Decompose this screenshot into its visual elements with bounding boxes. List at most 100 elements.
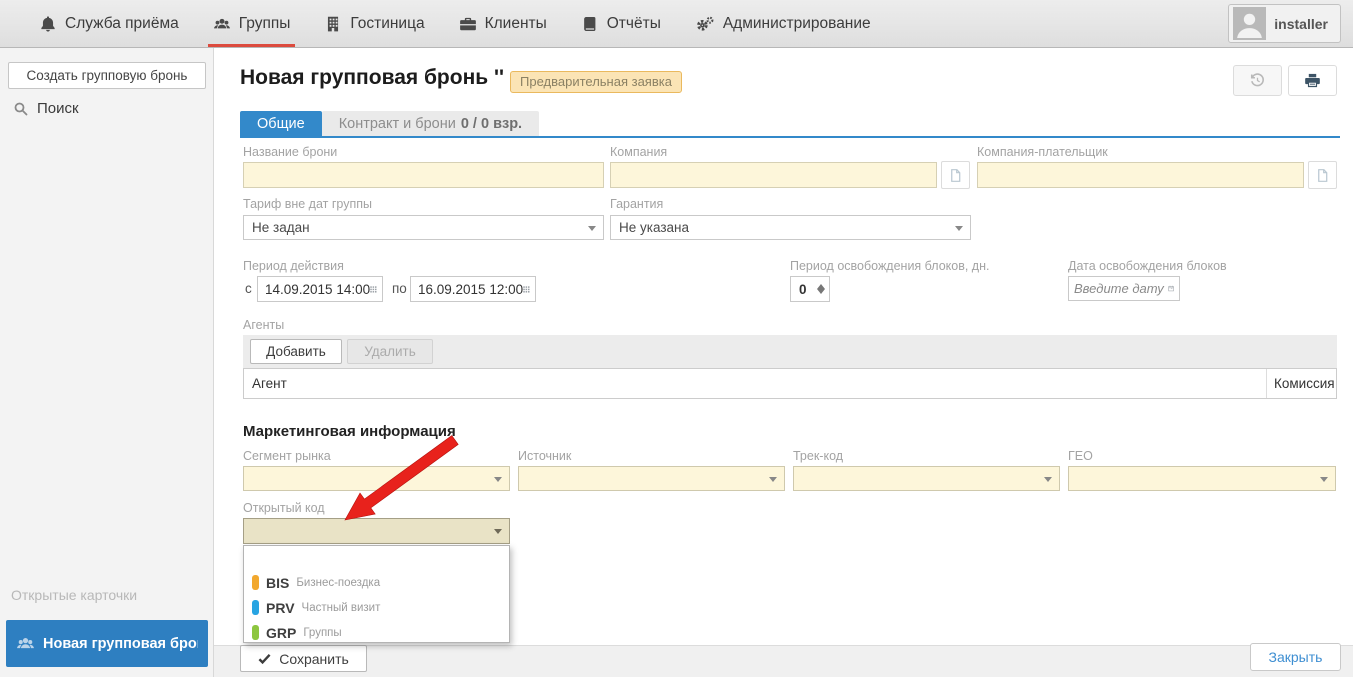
step-up-icon [817, 280, 825, 289]
option-bis[interactable]: BIS Бизнес-поездка [244, 570, 509, 595]
document-icon [1315, 168, 1330, 183]
history-button[interactable] [1233, 65, 1282, 96]
open-cards-label: Открытые карточки [11, 587, 137, 603]
user-name: installer [1274, 16, 1328, 32]
option-prv[interactable]: PRV Частный визит [244, 595, 509, 620]
company-lookup-button[interactable] [941, 161, 970, 189]
tariff-select[interactable]: Не задан [243, 215, 604, 240]
paying-company-input[interactable] [977, 162, 1304, 188]
marketing-heading: Маркетинговая информация [243, 423, 456, 440]
status-badge: Предварительная заявка [510, 71, 682, 93]
tab-contract-bookings[interactable]: Контракт и брони 0 / 0 взр. [322, 111, 539, 136]
printer-icon [1304, 72, 1321, 89]
company-input[interactable] [610, 162, 937, 188]
history-icon [1249, 72, 1266, 89]
track-code-label: Трек-код [793, 449, 843, 463]
nav-item-label: Клиенты [485, 15, 547, 33]
nav-item-clients[interactable]: Клиенты [442, 0, 564, 47]
source-label: Источник [518, 449, 571, 463]
close-button[interactable]: Закрыть [1250, 643, 1341, 671]
nav-item-reception[interactable]: Служба приёма [22, 0, 196, 47]
release-date-label: Дата освобождения блоков [1068, 259, 1227, 273]
bell-icon [39, 15, 57, 33]
chevron-down-icon [494, 477, 502, 486]
chevron-down-icon [494, 529, 502, 538]
nav-item-hotel[interactable]: Гостиница [307, 0, 441, 47]
agents-toolbar: Добавить Удалить [243, 335, 1337, 368]
add-agent-button[interactable]: Добавить [250, 339, 342, 364]
open-card-label: Новая групповая брон... [43, 636, 198, 652]
guarantee-label: Гарантия [610, 197, 663, 211]
company-label: Компания [610, 145, 667, 159]
guarantee-select[interactable]: Не указана [610, 215, 971, 240]
briefcase-icon [459, 15, 477, 33]
nav-item-label: Служба приёма [65, 15, 179, 33]
paying-company-label: Компания-плательщик [977, 145, 1108, 159]
open-code-select[interactable] [243, 518, 510, 544]
nav-item-label: Гостиница [350, 15, 424, 33]
active-nav-underline [208, 44, 296, 47]
segment-select[interactable] [243, 466, 510, 491]
users-icon [213, 15, 231, 33]
booking-name-input[interactable] [243, 162, 604, 188]
tab-general[interactable]: Общие [240, 111, 322, 136]
create-group-booking-button[interactable]: Создать групповую бронь [8, 62, 206, 89]
track-code-select[interactable] [793, 466, 1060, 491]
tabs-underline [240, 136, 1340, 138]
top-nav: Служба приёма Группы Гостиница Клиенты О… [0, 0, 1353, 48]
release-date-placeholder: Введите дату [1074, 281, 1164, 296]
search-label: Поиск [37, 100, 79, 117]
period-to-label: по [392, 281, 407, 296]
column-agent: Агент [244, 369, 1266, 398]
check-icon [258, 652, 271, 665]
delete-agent-button[interactable]: Удалить [347, 339, 433, 364]
calendar-grid-icon [370, 284, 377, 295]
gears-icon [695, 15, 715, 33]
sidebar: Создать групповую бронь Поиск Открытые к… [0, 48, 214, 677]
chevron-down-icon [1044, 477, 1052, 486]
color-swatch [252, 600, 259, 615]
document-icon [948, 168, 963, 183]
segment-label: Сегмент рынка [243, 449, 331, 463]
period-to-input[interactable]: 16.09.2015 12:00 [410, 276, 536, 302]
period-from-input[interactable]: 14.09.2015 14:00 [257, 276, 383, 302]
chevron-down-icon [1320, 477, 1328, 486]
tab-bar: Общие Контракт и брони 0 / 0 взр. [240, 111, 539, 136]
column-commission: Комиссия [1266, 369, 1336, 398]
release-period-label: Период освобождения блоков, дн. [790, 259, 989, 273]
chevron-down-icon [955, 226, 963, 235]
open-code-label: Открытый код [243, 501, 325, 515]
user-menu[interactable]: installer [1228, 4, 1341, 43]
avatar [1233, 7, 1266, 40]
book-icon [581, 15, 599, 33]
footer-bar [214, 645, 1353, 677]
app-window: Служба приёма Группы Гостиница Клиенты О… [0, 0, 1353, 677]
agents-table-header: Агент Комиссия [243, 368, 1337, 399]
geo-select[interactable] [1068, 466, 1336, 491]
card-toolbar [1233, 65, 1337, 96]
booking-name-label: Название брони [243, 145, 337, 159]
period-label: Период действия [243, 259, 344, 273]
sidebar-item-search[interactable]: Поиск [13, 100, 79, 117]
option-grp[interactable]: GRP Группы [244, 620, 509, 645]
print-button[interactable] [1288, 65, 1337, 96]
source-select[interactable] [518, 466, 785, 491]
release-period-stepper[interactable]: 0 [790, 276, 830, 302]
tab-label: Общие [257, 116, 305, 132]
nav-item-label: Группы [239, 15, 291, 33]
nav-item-reports[interactable]: Отчёты [564, 0, 678, 47]
search-icon [13, 101, 29, 117]
period-from-label: с [245, 281, 252, 296]
chevron-down-icon [769, 477, 777, 486]
release-date-input[interactable]: Введите дату [1068, 276, 1180, 301]
nav-items: Служба приёма Группы Гостиница Клиенты О… [22, 0, 888, 47]
nav-item-administration[interactable]: Администрирование [678, 0, 888, 47]
color-swatch [252, 575, 259, 590]
save-button[interactable]: Сохранить [240, 645, 367, 672]
open-card-group-booking[interactable]: Новая групповая брон... [6, 620, 208, 667]
paying-company-lookup-button[interactable] [1308, 161, 1337, 189]
stepper-arrows[interactable] [815, 280, 829, 298]
nav-item-groups[interactable]: Группы [196, 0, 308, 47]
color-swatch [252, 625, 259, 640]
option-empty[interactable] [244, 549, 509, 570]
